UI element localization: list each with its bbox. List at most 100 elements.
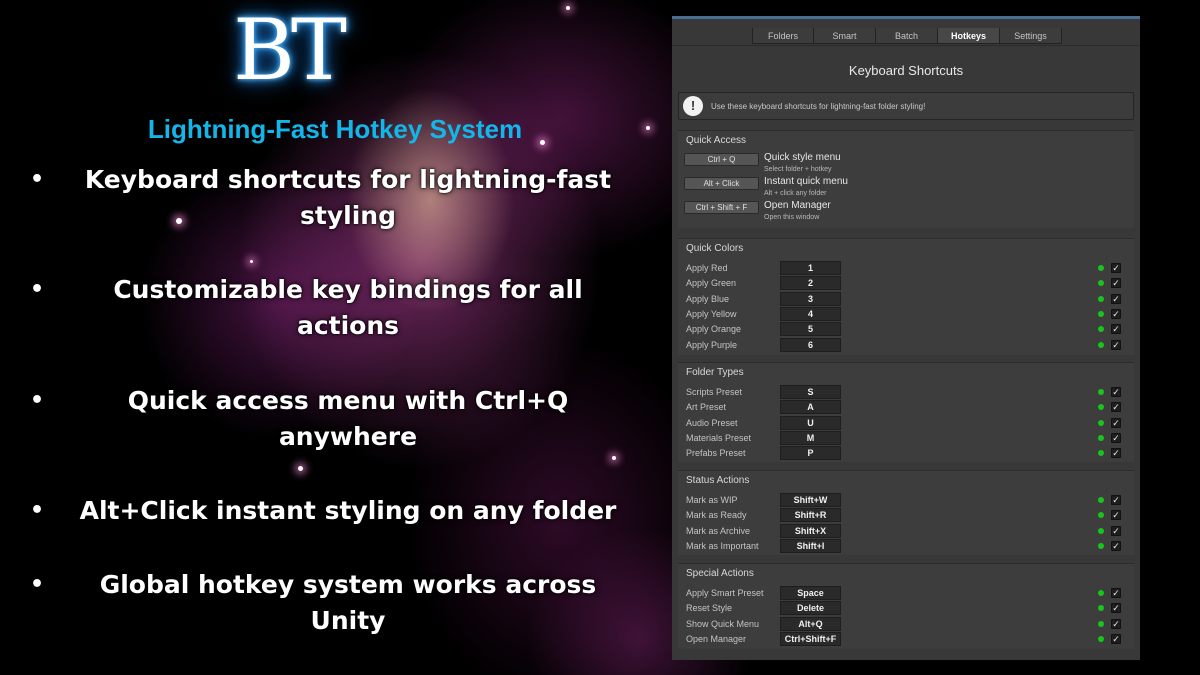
section-heading: Status Actions (686, 475, 750, 486)
hotkey-row: Show Quick Menu Alt+Q ✓ (678, 617, 1134, 632)
shortcut-item: Ctrl + Shift + F Open Manager Open this … (684, 200, 831, 224)
section-heading: Folder Types (686, 367, 744, 378)
shortcut-description: Alt + click any folder (764, 190, 827, 197)
shortcut-key-button[interactable]: Alt + Click (684, 177, 759, 190)
hotkey-field[interactable]: 2 (780, 276, 841, 290)
hotkey-label: Apply Orange (686, 324, 742, 334)
hotkey-label: Mark as Archive (686, 526, 751, 536)
enabled-checkbox[interactable]: ✓ (1111, 278, 1121, 288)
tab-hotkeys[interactable]: Hotkeys (938, 28, 1000, 44)
hotkey-field[interactable]: Alt+Q (780, 617, 841, 631)
hotkey-field[interactable]: S (780, 385, 841, 399)
feature-text: styling (300, 201, 396, 230)
hotkey-label: Scripts Preset (686, 387, 743, 397)
hotkey-label: Apply Blue (686, 294, 730, 304)
status-dot-icon (1098, 450, 1104, 456)
enabled-checkbox[interactable]: ✓ (1111, 603, 1121, 613)
status-dot-icon (1098, 435, 1104, 441)
enabled-checkbox[interactable]: ✓ (1111, 387, 1121, 397)
hotkey-row: Mark as Archive Shift+X ✓ (678, 524, 1134, 539)
status-dot-icon (1098, 311, 1104, 317)
enabled-checkbox[interactable]: ✓ (1111, 588, 1121, 598)
hotkey-field[interactable]: Shift+W (780, 493, 841, 507)
hotkey-field[interactable]: Delete (780, 601, 841, 615)
enabled-checkbox[interactable]: ✓ (1111, 510, 1121, 520)
star-sparkle (646, 126, 650, 130)
hotkey-field[interactable]: Shift+I (780, 539, 841, 553)
feature-text: Alt+Click instant styling on any folder (79, 496, 617, 525)
enabled-checkbox[interactable]: ✓ (1111, 541, 1121, 551)
status-dot-icon (1098, 296, 1104, 302)
hotkey-field[interactable]: A (780, 400, 841, 414)
hotkey-field[interactable]: Shift+R (780, 508, 841, 522)
hotkey-row: Apply Orange 5 ✓ (678, 322, 1134, 337)
status-dot-icon (1098, 280, 1104, 286)
feature-text: actions (296, 311, 400, 340)
feature-text: Quick access menu with Ctrl+Q (127, 386, 569, 415)
shortcut-item: Alt + Click Instant quick menu Alt + cli… (684, 176, 848, 200)
hotkey-row: Apply Purple 6 ✓ (678, 338, 1134, 353)
hotkey-label: Materials Preset (686, 433, 752, 443)
feature-text: Global hotkey system works across (99, 570, 597, 599)
feature-item: • Global hotkey system works across Unity (30, 567, 640, 639)
star-sparkle (566, 6, 570, 10)
feature-text: Unity (310, 606, 386, 635)
bullet-icon: • (30, 167, 45, 192)
hotkey-row: Scripts Preset S ✓ (678, 385, 1134, 400)
enabled-checkbox[interactable]: ✓ (1111, 263, 1121, 273)
enabled-checkbox[interactable]: ✓ (1111, 418, 1121, 428)
enabled-checkbox[interactable]: ✓ (1111, 309, 1121, 319)
feature-item: • Keyboard shortcuts for lightning-fast s… (30, 162, 640, 234)
tab-batch[interactable]: Batch (876, 28, 938, 44)
enabled-checkbox[interactable]: ✓ (1111, 324, 1121, 334)
enabled-checkbox[interactable]: ✓ (1111, 526, 1121, 536)
hotkey-field[interactable]: U (780, 416, 841, 430)
enabled-checkbox[interactable]: ✓ (1111, 294, 1121, 304)
status-dot-icon (1098, 265, 1104, 271)
hotkey-field[interactable]: Shift+X (780, 524, 841, 538)
shortcut-key-button[interactable]: Ctrl + Q (684, 153, 759, 166)
help-box: ! Use these keyboard shortcuts for light… (678, 92, 1134, 120)
hotkey-field[interactable]: P (780, 446, 841, 460)
tab-smart[interactable]: Smart (814, 28, 876, 44)
hotkey-row: Mark as Important Shift+I ✓ (678, 539, 1134, 554)
enabled-checkbox[interactable]: ✓ (1111, 402, 1121, 412)
hotkey-field[interactable]: 5 (780, 322, 841, 336)
tab-settings[interactable]: Settings (1000, 28, 1062, 44)
hotkey-row: Mark as WIP Shift+W ✓ (678, 493, 1134, 508)
tab-folders[interactable]: Folders (752, 28, 814, 44)
enabled-checkbox[interactable]: ✓ (1111, 340, 1121, 350)
enabled-checkbox[interactable]: ✓ (1111, 495, 1121, 505)
shortcut-title: Instant quick menu (764, 176, 848, 187)
section-status-actions: Status Actions Mark as WIP Shift+W ✓ Mark … (678, 470, 1134, 555)
star-sparkle (612, 456, 616, 460)
hotkey-label: Show Quick Menu (686, 619, 760, 629)
hotkey-row: Mark as Ready Shift+R ✓ (678, 508, 1134, 523)
feature-text: Keyboard shortcuts for lightning-fast (84, 165, 612, 194)
enabled-checkbox[interactable]: ✓ (1111, 634, 1121, 644)
status-dot-icon (1098, 528, 1104, 534)
hotkey-field[interactable]: 3 (780, 292, 841, 306)
hotkey-field[interactable]: 1 (780, 261, 841, 275)
hotkey-row: Materials Preset M ✓ (678, 431, 1134, 446)
enabled-checkbox[interactable]: ✓ (1111, 448, 1121, 458)
shortcut-key-button[interactable]: Ctrl + Shift + F (684, 201, 759, 214)
enabled-checkbox[interactable]: ✓ (1111, 619, 1121, 629)
hotkey-field[interactable]: 6 (780, 338, 841, 352)
hotkey-field[interactable]: Space (780, 586, 841, 600)
status-dot-icon (1098, 326, 1104, 332)
status-dot-icon (1098, 590, 1104, 596)
status-dot-icon (1098, 605, 1104, 611)
status-dot-icon (1098, 404, 1104, 410)
hotkey-row: Apply Blue 3 ✓ (678, 292, 1134, 307)
page-title: Keyboard Shortcuts (848, 63, 964, 78)
section-heading: Quick Access (686, 135, 747, 146)
status-dot-icon (1098, 497, 1104, 503)
hotkey-field[interactable]: M (780, 431, 841, 445)
enabled-checkbox[interactable]: ✓ (1111, 433, 1121, 443)
section-heading: Special Actions (686, 568, 754, 579)
hotkey-field[interactable]: 4 (780, 307, 841, 321)
hotkey-row: Audio Preset U ✓ (678, 416, 1134, 431)
star-sparkle (298, 466, 303, 471)
hotkey-field[interactable]: Ctrl+Shift+F (780, 632, 841, 646)
